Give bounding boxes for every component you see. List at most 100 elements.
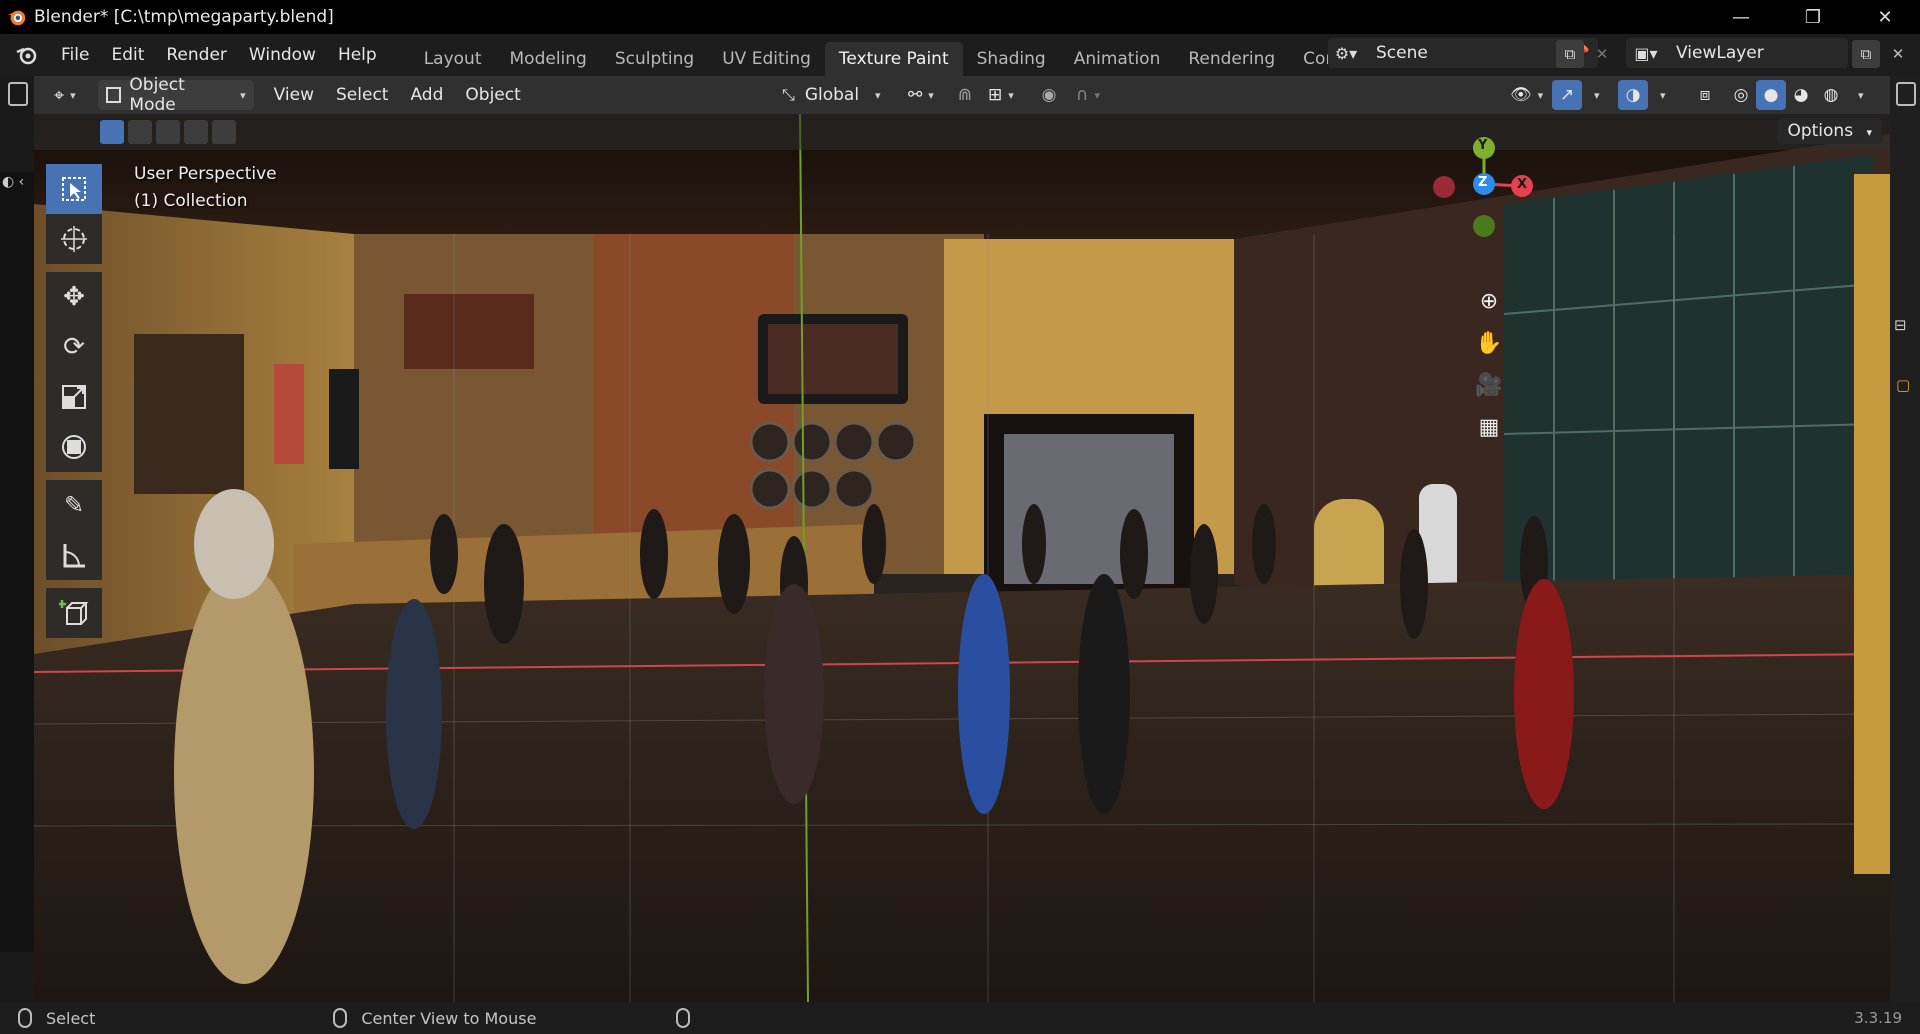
- 3d-viewport[interactable]: User Perspective (1) Collection Options …: [34, 114, 1890, 1002]
- tab-shading[interactable]: Shading: [963, 42, 1060, 76]
- select-box-tool[interactable]: [46, 164, 102, 214]
- shading-wireframe[interactable]: ◎: [1726, 80, 1756, 110]
- minimize-button[interactable]: —: [1706, 0, 1776, 34]
- gizmo-toggle[interactable]: ↗: [1552, 80, 1582, 110]
- select-intersect-icon[interactable]: [212, 120, 236, 144]
- annotate-tool[interactable]: ✎: [46, 480, 102, 530]
- cursor-icon: [61, 226, 87, 252]
- menu-add[interactable]: Add: [402, 80, 451, 110]
- transform-orientation-selector[interactable]: ⤡ Global ▾: [774, 80, 889, 110]
- move-tool[interactable]: ✥: [46, 272, 102, 322]
- visibility-selector[interactable]: 👁 ▾: [1502, 80, 1551, 110]
- editor-type-icon[interactable]: [8, 82, 28, 106]
- overlay-options[interactable]: ▾: [1646, 80, 1674, 110]
- neg-x-axis[interactable]: [1433, 176, 1455, 198]
- menu-help[interactable]: Help: [327, 40, 388, 70]
- blender-menu-button[interactable]: [12, 40, 42, 70]
- mode-selector[interactable]: Object Mode ▾: [97, 75, 254, 115]
- shading-options[interactable]: ▾: [1844, 80, 1872, 110]
- tab-sculpting[interactable]: Sculpting: [601, 42, 708, 76]
- object-mode-icon: [105, 87, 122, 103]
- view-layer-icon: ▣▾: [1634, 43, 1658, 63]
- tab-texture-paint[interactable]: Texture Paint: [824, 42, 963, 76]
- select-subtract-icon[interactable]: [156, 120, 180, 144]
- menu-render[interactable]: Render: [155, 40, 238, 70]
- add-cube-tool[interactable]: [46, 588, 102, 638]
- falloff-selector[interactable]: ∩ ▾: [1068, 80, 1108, 110]
- pivot-point-selector[interactable]: ⚯ ▾: [900, 80, 942, 110]
- move-icon: ✥: [63, 282, 85, 312]
- pan-button[interactable]: ✋: [1472, 326, 1506, 360]
- orange-tab-icon[interactable]: ▢: [1896, 376, 1910, 394]
- new-scene-button[interactable]: ⧉: [1556, 40, 1584, 68]
- xray-toggle[interactable]: ⧈: [1690, 80, 1720, 110]
- magnet-icon: ⋒: [957, 85, 973, 105]
- select-invert-icon[interactable]: [184, 120, 208, 144]
- rotate-tool[interactable]: ⟳: [46, 322, 102, 372]
- gizmo-icon: ↗: [1559, 85, 1575, 105]
- select-extend-icon[interactable]: [128, 120, 152, 144]
- left-panel: [0, 172, 34, 952]
- menu-object[interactable]: Object: [457, 80, 528, 110]
- collection-label: (1) Collection: [134, 191, 248, 211]
- measure-tool[interactable]: [46, 530, 102, 580]
- neg-y-axis[interactable]: [1473, 215, 1495, 237]
- tab-layout[interactable]: Layout: [410, 42, 496, 76]
- left-frame: [134, 334, 244, 494]
- shading-solid[interactable]: ●: [1756, 80, 1786, 110]
- tab-uv-editing[interactable]: UV Editing: [708, 42, 825, 76]
- pivot-icon: ⚯: [908, 85, 923, 105]
- new-view-layer-button[interactable]: ⧉: [1852, 40, 1880, 68]
- sidebar-tab-icon[interactable]: ⊟: [1894, 316, 1907, 334]
- zoom-button[interactable]: ⊕: [1472, 284, 1506, 318]
- proportional-edit-toggle[interactable]: ◉: [1034, 80, 1064, 110]
- select-new-icon[interactable]: [100, 120, 124, 144]
- delete-view-layer-button[interactable]: ✕: [1884, 40, 1912, 68]
- camera-view-button[interactable]: 🎥: [1472, 368, 1506, 402]
- delete-scene-button[interactable]: ✕: [1588, 40, 1616, 68]
- x-axis-label: X: [1517, 177, 1528, 192]
- xray-icon: ⧈: [1699, 85, 1711, 105]
- mode-label: Object Mode: [129, 75, 185, 115]
- dancer-red-jacket: [1514, 579, 1574, 809]
- close-button[interactable]: ✕: [1850, 0, 1920, 34]
- editor-type-button[interactable]: ⌖ ▾: [46, 80, 84, 110]
- collapse-left-icon[interactable]: ◐ ‹: [2, 174, 24, 190]
- outliner-icon[interactable]: [1896, 82, 1916, 106]
- tab-modeling[interactable]: Modeling: [496, 42, 601, 76]
- menu-file[interactable]: File: [50, 40, 100, 70]
- chevron-down-icon: ▾: [1866, 126, 1872, 139]
- maximize-button[interactable]: ❐: [1778, 0, 1848, 34]
- snap-toggle[interactable]: ⋒: [950, 80, 980, 110]
- viewport-editor-icon: ⌖: [54, 84, 65, 106]
- wireframe-sphere-icon: ◎: [1733, 85, 1749, 105]
- dancer-dark: [764, 584, 824, 804]
- options-button[interactable]: Options ▾: [1777, 118, 1882, 144]
- status-select-label: Select: [46, 1008, 96, 1028]
- menu-window[interactable]: Window: [238, 40, 327, 70]
- transform-tool[interactable]: [46, 422, 102, 472]
- menu-select[interactable]: Select: [328, 80, 396, 110]
- select-box-icon: [62, 177, 86, 201]
- navigation-gizmo[interactable]: Y Z X: [1424, 134, 1544, 244]
- menu-edit[interactable]: Edit: [100, 40, 155, 70]
- cursor-tool[interactable]: [46, 214, 102, 264]
- overlay-toggle[interactable]: ◑: [1618, 80, 1648, 110]
- shading-rendered[interactable]: ◍: [1816, 80, 1846, 110]
- menu-view[interactable]: View: [266, 80, 322, 110]
- measure-icon: [63, 544, 85, 568]
- snap-target-selector[interactable]: ⊞ ▾: [980, 80, 1022, 110]
- view-layer-selector[interactable]: ▣▾ ViewLayer: [1626, 38, 1848, 68]
- scale-icon: [62, 385, 86, 409]
- select-mode-buttons: [100, 120, 236, 144]
- tab-rendering[interactable]: Rendering: [1174, 42, 1289, 76]
- scale-tool[interactable]: [46, 372, 102, 422]
- shading-material[interactable]: ◕: [1786, 80, 1816, 110]
- tab-animation[interactable]: Animation: [1060, 42, 1175, 76]
- orientation-label: Global: [804, 85, 860, 105]
- proportional-icon: ◉: [1041, 85, 1057, 105]
- ortho-toggle-button[interactable]: ▦: [1472, 410, 1506, 444]
- dancer-black: [1078, 574, 1130, 814]
- gizmo-options[interactable]: ▾: [1580, 80, 1608, 110]
- poster-red: [274, 364, 304, 464]
